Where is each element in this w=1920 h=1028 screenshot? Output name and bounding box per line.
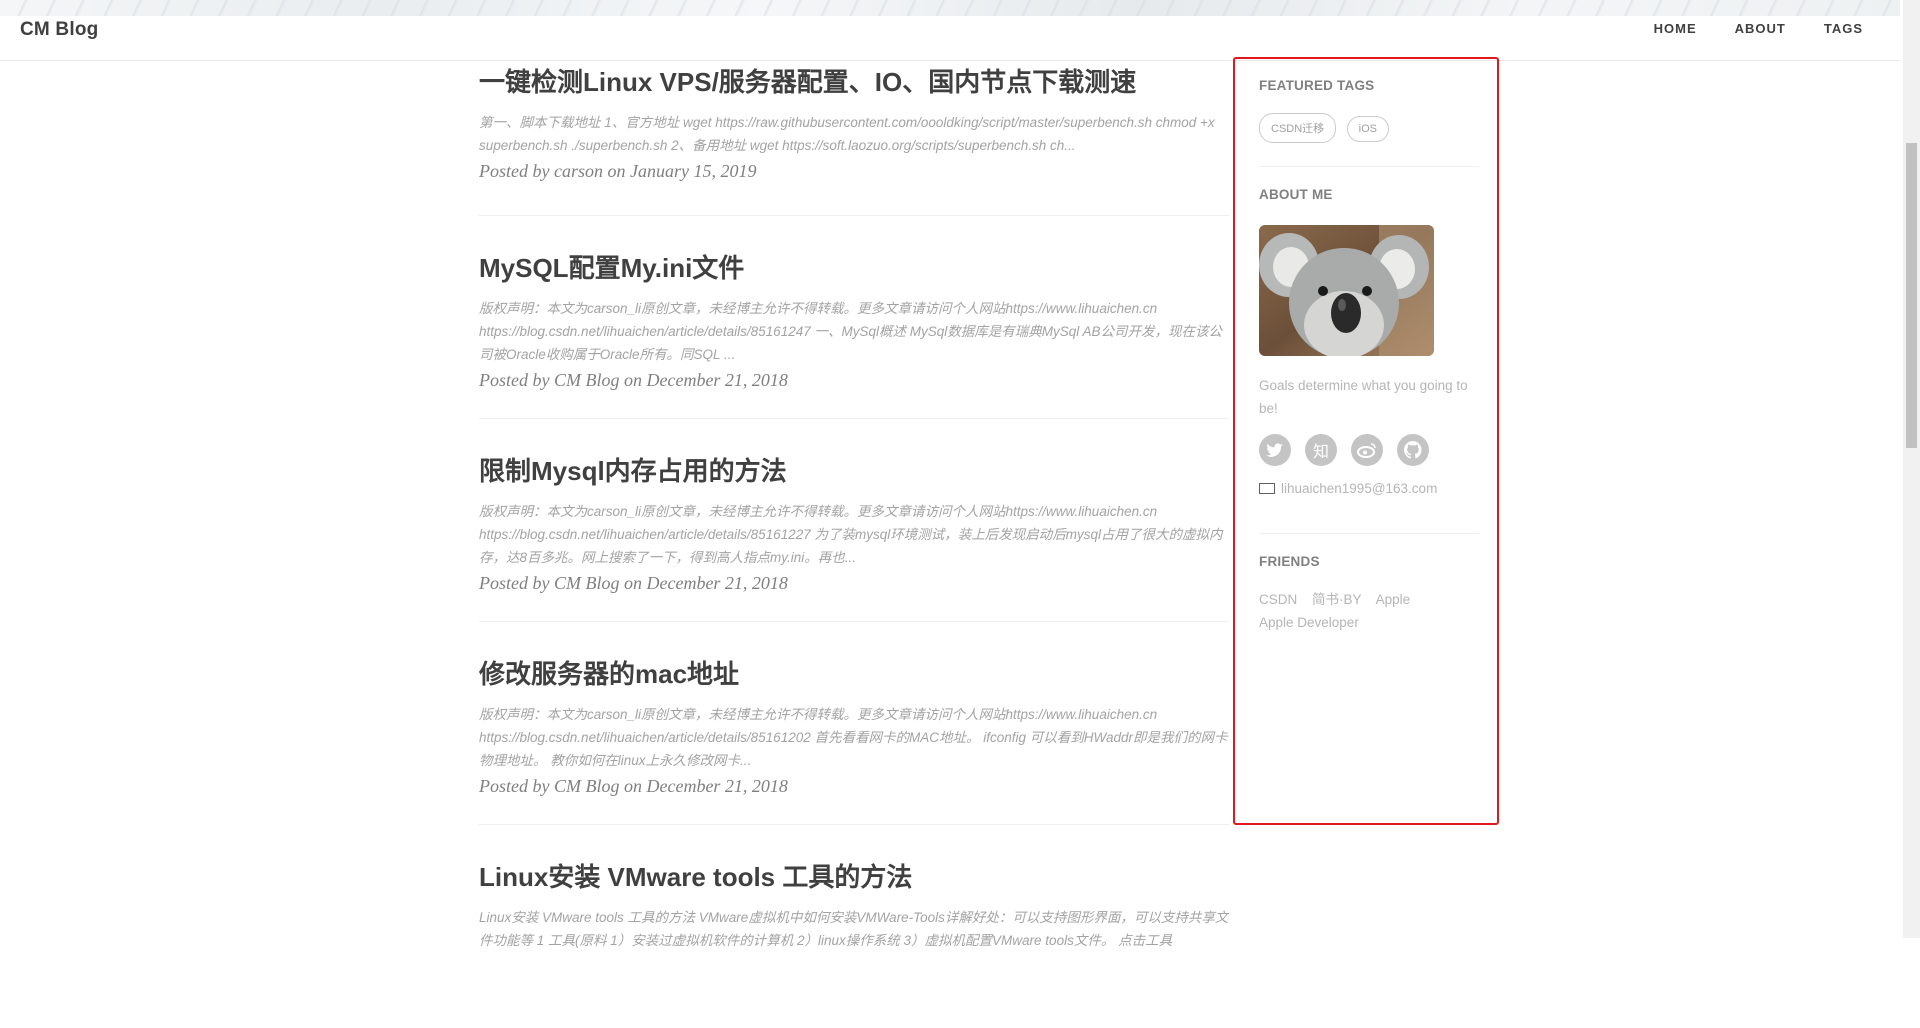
post-excerpt[interactable]: 版权声明：本文为carson_li原创文章，未经博主允许不得转载。更多文章请访问…	[479, 500, 1229, 569]
zhihu-icon[interactable]: 知	[1305, 434, 1337, 466]
nav-links: HOME ABOUT TAGS	[1616, 21, 1863, 36]
post-title[interactable]: 修改服务器的mac地址	[479, 657, 1229, 691]
post-meta: Posted by CM Blog on December 21, 2018	[479, 573, 788, 593]
post-meta: Posted by carson on January 15, 2019	[479, 161, 757, 181]
post-meta: Posted by CM Blog on December 21, 2018	[479, 370, 788, 390]
avatar	[1259, 225, 1434, 356]
friends-heading: FRIENDS	[1259, 554, 1320, 569]
friend-link-apple[interactable]: Apple	[1376, 592, 1411, 607]
page-scrollbar[interactable]	[1903, 0, 1920, 938]
weibo-icon[interactable]	[1351, 434, 1383, 466]
nav-tags-link[interactable]: TAGS	[1824, 21, 1863, 36]
post-item: 一键检测Linux VPS/服务器配置、IO、国内节点下载测速 第一、脚本下载地…	[479, 61, 1229, 216]
post-title[interactable]: Linux安装 VMware tools 工具的方法	[479, 860, 1229, 894]
post-list: 一键检测Linux VPS/服务器配置、IO、国内节点下载测速 第一、脚本下载地…	[479, 61, 1229, 1028]
about-me-heading: ABOUT ME	[1259, 187, 1333, 202]
nav-home-link[interactable]: HOME	[1654, 21, 1697, 36]
about-motto: Goals determine what you going to be!	[1259, 378, 1468, 416]
post-item: 修改服务器的mac地址 版权声明：本文为carson_li原创文章，未经博主允许…	[479, 622, 1229, 825]
tag-list: CSDN迁移 iOS	[1259, 113, 1479, 143]
sidebar-highlighted: FEATURED TAGS CSDN迁移 iOS ABOUT ME Goals …	[1233, 57, 1499, 825]
friend-link-apple-developer[interactable]: Apple Developer	[1259, 615, 1359, 630]
nav-about-link[interactable]: ABOUT	[1735, 21, 1786, 36]
twitter-icon[interactable]	[1259, 434, 1291, 466]
post-excerpt[interactable]: Linux安装 VMware tools 工具的方法 VMware虚拟机中如何安…	[479, 906, 1229, 952]
post-meta: Posted by CM Blog on December 21, 2018	[479, 776, 788, 796]
post-title[interactable]: MySQL配置My.ini文件	[479, 251, 1229, 285]
post-title[interactable]: 限制Mysql内存占用的方法	[479, 454, 1229, 488]
email-row: lihuaichen1995@163.com	[1259, 481, 1479, 496]
friend-link-jianshu[interactable]: 简书·BY	[1312, 592, 1362, 607]
post-excerpt[interactable]: 版权声明：本文为carson_li原创文章，未经博主允许不得转载。更多文章请访问…	[479, 703, 1229, 772]
post-excerpt[interactable]: 第一、脚本下载地址 1、官方地址 wget https://raw.github…	[479, 111, 1229, 157]
mail-icon	[1259, 483, 1275, 494]
featured-tags-heading: FEATURED TAGS	[1259, 78, 1375, 93]
about-me-section: ABOUT ME Goals determine what you going …	[1259, 167, 1479, 534]
scrollbar-thumb[interactable]	[1906, 143, 1917, 448]
post-item: 限制Mysql内存占用的方法 版权声明：本文为carson_li原创文章，未经博…	[479, 419, 1229, 622]
friends-section: FRIENDS CSDN 简书·BY Apple Apple Developer	[1259, 534, 1479, 634]
friend-link-csdn[interactable]: CSDN	[1259, 592, 1297, 607]
header-background-strip	[0, 0, 1900, 16]
post-title[interactable]: 一键检测Linux VPS/服务器配置、IO、国内节点下载测速	[479, 65, 1229, 99]
tag-ios[interactable]: iOS	[1346, 116, 1389, 142]
post-item: MySQL配置My.ini文件 版权声明：本文为carson_li原创文章，未经…	[479, 216, 1229, 419]
top-navbar: CM Blog HOME ABOUT TAGS	[0, 0, 1900, 61]
featured-tags-section: FEATURED TAGS CSDN迁移 iOS	[1259, 59, 1479, 167]
friends-list: CSDN 简书·BY Apple Apple Developer	[1259, 588, 1479, 634]
post-item: Linux安装 VMware tools 工具的方法 Linux安装 VMwar…	[479, 825, 1229, 1028]
social-links: 知	[1259, 434, 1479, 466]
email-address[interactable]: lihuaichen1995@163.com	[1281, 481, 1437, 496]
site-brand[interactable]: CM Blog	[20, 19, 98, 41]
github-icon[interactable]	[1397, 434, 1429, 466]
koala-avatar-image	[1259, 225, 1434, 356]
post-excerpt[interactable]: 版权声明：本文为carson_li原创文章，未经博主允许不得转载。更多文章请访问…	[479, 297, 1229, 366]
tag-csdn[interactable]: CSDN迁移	[1259, 113, 1337, 143]
